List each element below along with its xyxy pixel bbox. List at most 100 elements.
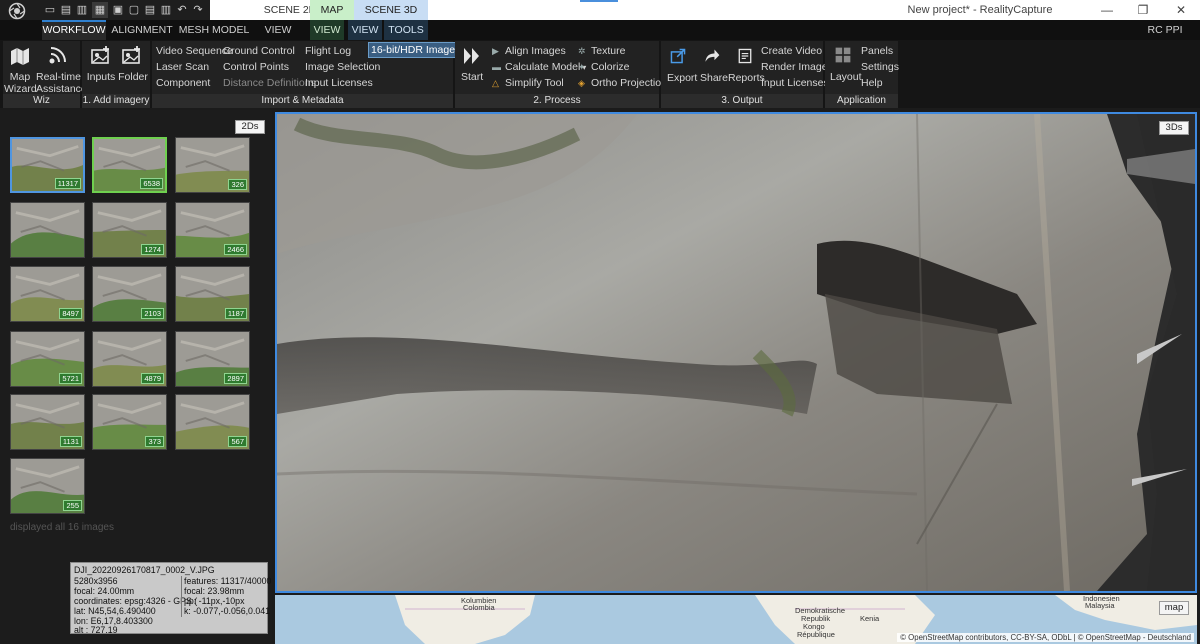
realtime-assistance-button[interactable]: Real-time Assistance: [36, 71, 87, 95]
close-button[interactable]: ✕: [1164, 0, 1198, 20]
align-images-label: Align Images: [505, 45, 566, 57]
distance-definitions-button[interactable]: Distance Definitions: [223, 77, 316, 89]
control-points-button[interactable]: Control Points: [223, 61, 289, 73]
view-3d-badge[interactable]: 3Ds: [1159, 121, 1189, 135]
info-lat: lat: N45,54,6.490400: [74, 606, 156, 616]
info-pp: pp: -11px,-10px: [181, 596, 244, 607]
minimize-button[interactable]: —: [1090, 0, 1124, 20]
export-icon: [669, 47, 687, 65]
image-thumbnail[interactable]: 8497: [10, 266, 85, 322]
hdr-images-button[interactable]: 16-bit/HDR Images: [368, 42, 464, 58]
colorize-button[interactable]: ✦Colorize▾: [578, 61, 668, 73]
flight-log-button[interactable]: Flight Log: [305, 45, 351, 57]
folder-button[interactable]: Folder: [118, 71, 148, 83]
feature-count-badge: 326: [228, 179, 247, 190]
layout-1-icon[interactable]: ▤: [58, 2, 74, 18]
start-button[interactable]: Start: [461, 71, 483, 83]
image-thumbnail[interactable]: 1274: [92, 202, 167, 258]
calculate-model-label: Calculate Model: [505, 61, 581, 73]
image-thumbnail[interactable]: 11317: [10, 137, 85, 193]
layout-6-icon[interactable]: ▤: [142, 2, 158, 18]
feature-count-badge: 1274: [141, 244, 164, 255]
scene-bar: SCENE 2D MAP SCENE 3D New project* - Rea…: [210, 0, 1200, 20]
feature-count-badge: 11317: [54, 178, 81, 189]
create-video-button[interactable]: Create Video▾: [761, 45, 830, 57]
image-thumbnail[interactable]: 567: [175, 394, 250, 450]
active-scene-indicator: [580, 0, 618, 2]
image-thumbnail[interactable]: 1131: [10, 394, 85, 450]
share-button[interactable]: Share: [700, 72, 728, 84]
component-button[interactable]: Component: [156, 77, 210, 89]
tab-view-3d[interactable]: VIEW: [348, 20, 382, 40]
image-thumbnail[interactable]: 5721: [10, 331, 85, 387]
image-thumbnail[interactable]: 326: [175, 137, 250, 193]
simplify-tool-button[interactable]: △ Simplify Tool: [492, 77, 564, 89]
image-thumbnail[interactable]: 6538: [92, 137, 167, 193]
tab-alignment[interactable]: ALIGNMENT: [110, 20, 174, 40]
align-images-button[interactable]: ▶ Align Images: [492, 45, 566, 57]
layout-icon: [834, 46, 852, 64]
new-project-icon[interactable]: ▭: [42, 2, 58, 18]
image-thumbnail[interactable]: 4879: [92, 331, 167, 387]
panel-2d-badge[interactable]: 2Ds: [235, 120, 265, 134]
map-wizard-icon: [9, 45, 31, 67]
image-thumbnail[interactable]: 373: [92, 394, 167, 450]
align-images-icon: ▶: [492, 46, 499, 56]
maximize-button[interactable]: ❐: [1126, 0, 1160, 20]
panels-button[interactable]: Panels: [861, 45, 893, 57]
feature-count-badge: 8497: [59, 308, 82, 319]
window-title: New project* - RealityCapture: [907, 4, 1053, 16]
info-resolution: 5280x3956: [74, 576, 118, 586]
share-icon: [703, 47, 721, 65]
inputs-button[interactable]: Inputs: [86, 71, 116, 83]
redo-icon[interactable]: ↷: [190, 2, 206, 18]
layout-3-icon[interactable]: ▦: [92, 2, 108, 18]
help-button[interactable]: Help: [861, 77, 883, 89]
map-label-republique: République: [797, 630, 835, 639]
input-licenses-output-button[interactable]: Input Licenses: [761, 77, 829, 89]
ortho-projection-button[interactable]: ◈ Ortho Projection: [578, 77, 667, 89]
layout-7-icon[interactable]: ▥: [158, 2, 174, 18]
layout-2-icon[interactable]: ▥: [74, 2, 90, 18]
texture-button[interactable]: ✲ Texture: [578, 45, 625, 57]
image-thumbnail[interactable]: 2103: [92, 266, 167, 322]
info-coordinates: coordinates: epsg:4326 - GPS (: [74, 596, 198, 606]
tab-mesh-model[interactable]: MESH MODEL: [178, 20, 250, 40]
image-thumbnail[interactable]: 255: [10, 458, 85, 514]
calculate-model-button[interactable]: ▬ Calculate Model ▾: [492, 61, 586, 73]
map-badge[interactable]: map: [1159, 601, 1189, 615]
tab-workflow[interactable]: WORKFLOW: [42, 20, 106, 40]
image-thumbnail[interactable]: 1187: [175, 266, 250, 322]
video-sequence-button[interactable]: Video Sequence: [156, 45, 233, 57]
settings-button[interactable]: Settings: [861, 61, 899, 73]
layout-button[interactable]: Layout: [830, 71, 862, 83]
scene-tab-map[interactable]: MAP: [310, 0, 354, 20]
export-button[interactable]: Export: [667, 72, 697, 84]
feature-count-badge: 255: [63, 500, 82, 511]
tab-tools[interactable]: TOOLS: [384, 20, 428, 40]
layout-5-icon[interactable]: ▢: [126, 2, 142, 18]
render-image-button[interactable]: Render Image: [761, 61, 828, 73]
undo-icon[interactable]: ↶: [174, 2, 190, 18]
map-wizard-button[interactable]: Map Wizard: [4, 71, 37, 95]
layout-4-icon[interactable]: ▣: [110, 2, 126, 18]
ortho-projection-icon: ◈: [578, 78, 585, 88]
image-thumbnail[interactable]: 2897: [175, 331, 250, 387]
laser-scan-button[interactable]: Laser Scan: [156, 61, 209, 73]
app-logo-icon[interactable]: [8, 2, 26, 20]
feature-count-badge: 1131: [59, 436, 82, 447]
image-thumbnail[interactable]: 2466: [175, 202, 250, 258]
image-info-box: DJI_20220926170817_0002_V.JPG 5280x3956 …: [70, 562, 271, 635]
tab-view-2d[interactable]: VIEW: [256, 20, 300, 40]
scene-3d-viewport[interactable]: 3Ds: [275, 112, 1197, 593]
reports-button[interactable]: Reports: [728, 72, 765, 84]
input-licenses-import-button[interactable]: Input Licenses: [305, 77, 373, 89]
scene-tab-3d[interactable]: SCENE 3D: [354, 0, 428, 20]
image-thumbnail[interactable]: [10, 202, 85, 258]
ground-control-button[interactable]: Ground Control: [223, 45, 295, 57]
image-selection-button[interactable]: Image Selection: [305, 61, 380, 73]
tab-view-map[interactable]: VIEW: [310, 20, 344, 40]
map-viewport[interactable]: Kolumbien Colombia Demokratische Republi…: [275, 595, 1197, 644]
quick-access-toolbar: ▭ ▤ ▥ ▦ ▣ ▢ ▤ ▥ ↶ ↷: [0, 0, 210, 20]
feature-count-badge: 4879: [141, 373, 164, 384]
